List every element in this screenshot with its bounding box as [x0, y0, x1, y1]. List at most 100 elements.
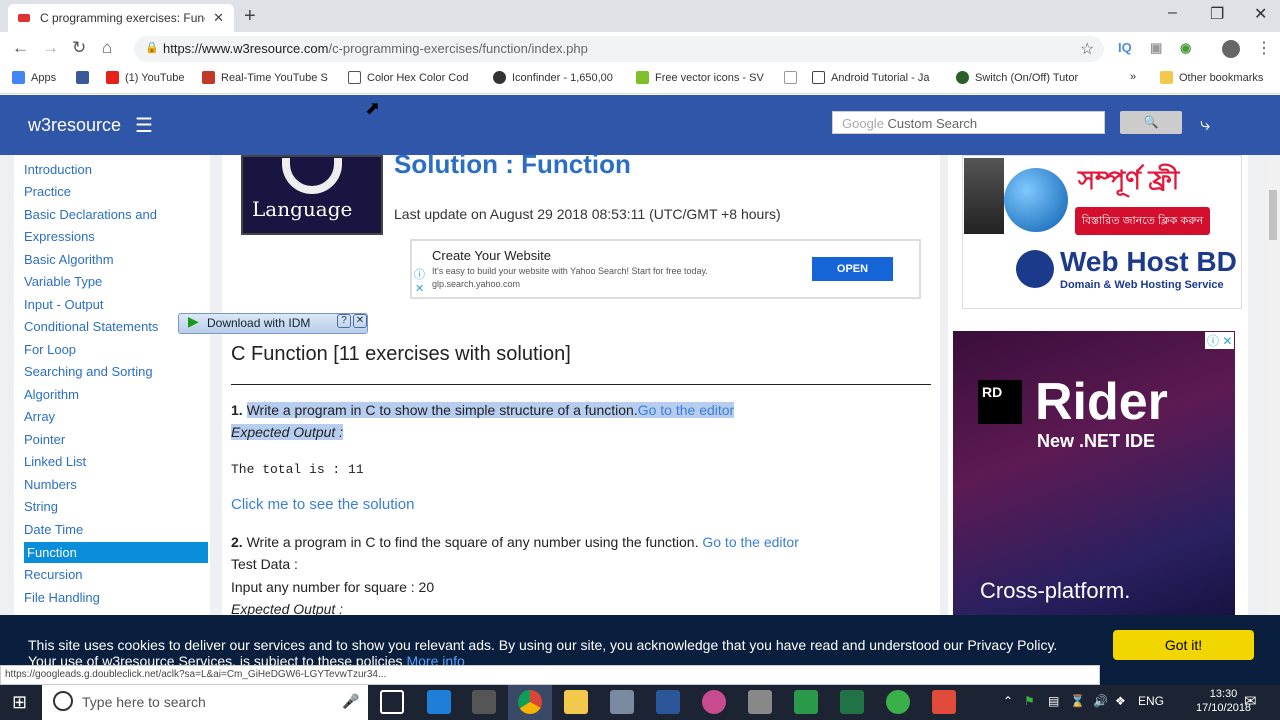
- solution-link[interactable]: Click me to see the solution: [231, 496, 414, 513]
- exercise-1-editor-link[interactable]: Go to the editor: [637, 402, 735, 418]
- search-button[interactable]: 🔍: [1120, 111, 1182, 134]
- bookmark-iconfinder[interactable]: Iconfinder - 1,650,00: [493, 71, 613, 84]
- site-logo[interactable]: w3resource: [28, 115, 121, 136]
- clock-date: 17/10/2018: [1196, 702, 1252, 714]
- hamburger-menu-icon[interactable]: ☰: [135, 113, 153, 138]
- cortana-icon[interactable]: [53, 691, 73, 711]
- idm-help-icon[interactable]: ?: [337, 314, 351, 328]
- ad-bengali-button[interactable]: বিস্তারিত জানতে ক্লিক করুন: [1075, 207, 1210, 235]
- sidebar-item-linked-list[interactable]: Linked List: [24, 454, 86, 469]
- sidebar-item-conditional[interactable]: Conditional Statements: [24, 319, 158, 334]
- forward-icon[interactable]: →: [42, 38, 59, 58]
- microphone-icon[interactable]: 🎤: [342, 693, 359, 710]
- menu-dots-icon[interactable]: ⋮: [1256, 38, 1272, 58]
- minimize-icon[interactable]: –: [1168, 4, 1177, 22]
- sidebar-item-pointer[interactable]: Pointer: [24, 432, 65, 447]
- sidebar-item-searching-sorting[interactable]: Searching and Sorting: [24, 364, 153, 379]
- red-app-icon[interactable]: [932, 690, 956, 714]
- rider-ad-info-icon[interactable]: ⓘ ✕: [1205, 332, 1235, 349]
- bookmark-youtube[interactable]: (1) YouTube: [106, 71, 185, 84]
- bookmark-free-vector[interactable]: Free vector icons - SV: [636, 71, 764, 84]
- tab-close-icon[interactable]: ✕: [213, 10, 224, 26]
- dropbox-icon[interactable]: ❖: [1115, 694, 1126, 708]
- cookie-text: This site uses cookies to deliver our se…: [28, 637, 1058, 653]
- ad-close-icon[interactable]: ✕: [415, 282, 424, 295]
- sidebar-item-input-output[interactable]: Input - Output: [24, 297, 104, 312]
- camtasia-icon[interactable]: [794, 690, 818, 714]
- sidebar-item-expressions[interactable]: Expressions: [24, 229, 95, 244]
- tray-wifi-icon[interactable]: ⌛: [1070, 694, 1085, 708]
- bookmark-switch-tutorial[interactable]: Switch (On/Off) Tutor: [956, 71, 1078, 84]
- sidebar-item-introduction[interactable]: Introduction: [24, 162, 92, 177]
- url-text[interactable]: https://www.w3resource.com/c-programming…: [163, 41, 588, 56]
- back-icon[interactable]: ←: [12, 38, 29, 58]
- search-placeholder: Custom Search: [887, 116, 978, 131]
- extension-iq-icon[interactable]: IQ: [1118, 40, 1132, 55]
- profile-avatar-icon[interactable]: [1222, 40, 1240, 58]
- home-icon[interactable]: ⌂: [102, 38, 112, 58]
- tray-torrent-icon[interactable]: ⚑: [1024, 694, 1035, 708]
- excel-icon[interactable]: [840, 690, 864, 714]
- bookmark-page[interactable]: [784, 71, 803, 84]
- volume-icon[interactable]: 🔊: [1093, 694, 1108, 708]
- ad-title[interactable]: Create Your Website: [432, 248, 551, 263]
- chrome-icon[interactable]: [518, 690, 542, 714]
- sidebar-item-algorithm[interactable]: Algorithm: [24, 387, 79, 402]
- cookie-accept-button[interactable]: Got it!: [1113, 630, 1254, 660]
- maximize-icon[interactable]: ❐: [1210, 4, 1224, 24]
- bookmark-apps[interactable]: Apps: [12, 71, 56, 84]
- bookmark-facebook[interactable]: [76, 71, 95, 84]
- tray-network-icon[interactable]: ▤: [1048, 694, 1059, 708]
- scrollbar-thumb[interactable]: [1269, 190, 1277, 240]
- bookmark-android-tutorial[interactable]: Android Tutorial - Ja: [812, 71, 929, 84]
- exercise-2-editor-link[interactable]: Go to the editor: [702, 534, 799, 550]
- sidebar-item-numbers[interactable]: Numbers: [24, 477, 77, 492]
- store-icon[interactable]: [472, 690, 496, 714]
- task-view-icon[interactable]: [380, 690, 404, 714]
- sidebar-item-function[interactable]: Function: [27, 545, 77, 560]
- lock-icon[interactable]: 🔒: [145, 41, 159, 54]
- extension-gray-icon[interactable]: ▣: [1150, 40, 1162, 56]
- sidebar-item-string[interactable]: String: [24, 499, 58, 514]
- file-explorer-icon[interactable]: [564, 690, 588, 714]
- rider-subtitle: New .NET IDE: [1037, 431, 1156, 451]
- sidebar-item-recursion[interactable]: Recursion: [24, 567, 83, 582]
- ad-open-button[interactable]: OPEN: [812, 257, 893, 281]
- sidebar-item-variable-type[interactable]: Variable Type: [24, 274, 102, 289]
- sidebar-item-date-time[interactable]: Date Time: [24, 522, 83, 537]
- share-icon[interactable]: ⤷: [1200, 114, 1210, 135]
- database-icon[interactable]: [748, 690, 772, 714]
- bookmark-star-icon[interactable]: ☆: [1080, 39, 1094, 59]
- utorrent-icon[interactable]: [886, 690, 910, 714]
- explorer-tool-icon[interactable]: [610, 690, 634, 714]
- notifications-icon[interactable]: ✉: [1244, 692, 1257, 710]
- sidebar-item-file-handling[interactable]: File Handling: [24, 590, 100, 605]
- taskbar-search-input[interactable]: Type here to search: [42, 685, 368, 720]
- reload-icon[interactable]: ↻: [72, 38, 86, 58]
- sidebar-item-for-loop[interactable]: For Loop: [24, 342, 76, 357]
- bookmark-color-hex[interactable]: Color Hex Color Cod: [348, 71, 468, 84]
- ad-info-icon[interactable]: ⓘ: [414, 266, 425, 282]
- idm-close-icon[interactable]: ✕: [353, 314, 367, 328]
- url-host: https://www.w3resource.com: [163, 41, 329, 56]
- bookmark-other[interactable]: Other bookmarks: [1160, 71, 1263, 84]
- tray-chevron-icon[interactable]: ⌃: [1003, 694, 1013, 708]
- bookmarks-overflow-icon[interactable]: »: [1130, 71, 1136, 83]
- sidebar-item-basic-declarations[interactable]: Basic Declarations and: [24, 207, 157, 222]
- sidebar-item-basic-algorithm[interactable]: Basic Algorithm: [24, 252, 114, 267]
- browser-tab[interactable]: C programming exercises: Functi ✕: [8, 4, 234, 32]
- custom-search-input[interactable]: Google Custom Search: [832, 111, 1105, 134]
- bookmark-realtime-youtube[interactable]: Real-Time YouTube S: [202, 71, 328, 84]
- keyboard-lang[interactable]: ENG: [1138, 694, 1164, 708]
- word-icon[interactable]: [656, 690, 680, 714]
- extension-globe-icon[interactable]: ◉: [1180, 40, 1191, 56]
- taskbar-clock[interactable]: 13:30 17/10/2018: [1196, 687, 1251, 715]
- window-close-icon[interactable]: ✕: [1254, 4, 1267, 24]
- windows-start-icon[interactable]: ⊞: [12, 692, 27, 713]
- sidebar-item-array[interactable]: Array: [24, 409, 55, 424]
- new-tab-button[interactable]: +: [244, 5, 256, 28]
- paint-app-icon[interactable]: [702, 690, 726, 714]
- edge-icon[interactable]: [427, 690, 451, 714]
- sidebar-item-practice[interactable]: Practice: [24, 184, 71, 199]
- exercise-1-number: 1.: [231, 402, 243, 418]
